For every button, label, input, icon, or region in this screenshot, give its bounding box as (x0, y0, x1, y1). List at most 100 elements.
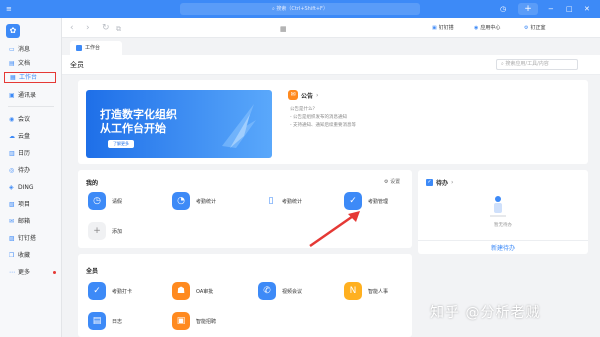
app-tile[interactable]: N 智能人事 (344, 282, 388, 300)
add-button[interactable]: + (518, 3, 538, 15)
sidebar-item-label: DING (18, 184, 34, 191)
app-tile[interactable]: ▤ 日志 (88, 312, 122, 330)
minimize-icon[interactable]: − (548, 4, 554, 14)
sidebar-item-calendar[interactable]: ▥ 日历 (4, 148, 56, 159)
sidebar-item-more[interactable]: ⋯ 更多 (4, 267, 56, 278)
maximize-icon[interactable]: □ (566, 4, 573, 14)
main-content: 打造数字化组织 从工作台开始 了解更多 ✉ 公告 › 公告是什么？ - 公告是组… (70, 80, 592, 337)
global-search-placeholder: 搜索（Ctrl+Shift+F） (276, 6, 328, 12)
annotation-arrow (309, 211, 360, 248)
calendar-small-icon[interactable]: ▦ (280, 23, 287, 35)
sidebar-item-meeting[interactable]: ◉ 会议 (4, 114, 56, 125)
app-tile[interactable]: ▯ 考勤统计 (266, 192, 302, 210)
app-label: 考勤管理 (368, 198, 389, 205)
workbench-search-placeholder: 搜索应用/工具/内容 (505, 61, 549, 67)
global-search-input[interactable]: ⌕ 搜索（Ctrl+Shift+F） (180, 3, 420, 15)
todo-check-icon: ✓ (426, 179, 433, 186)
add-app-tile[interactable]: + 添加 (88, 222, 122, 240)
app-label: 考勤统计 (282, 198, 303, 205)
todo-card: ✓ 待办 › 暂无待办 新建待办 (418, 170, 588, 254)
todo-title: 待办 (436, 180, 449, 187)
todo-divider (418, 240, 588, 241)
mail-icon: ✉ (9, 217, 15, 225)
sidebar-item-docs[interactable]: ▤ 文档 (4, 58, 56, 69)
all-card: 全员 ✓ 考勤打卡 ☗ OA审批 ✆ 视频会议 N 智能人事 ▤ 日志 ▣ 智能招聘 (78, 254, 412, 337)
sidebar-item-cloud[interactable]: ☁ 云盘 (4, 131, 56, 142)
settings-link[interactable]: ⚙ 设置 (384, 178, 400, 185)
sidebar-item-workbench[interactable]: ▦ 工作台 (4, 72, 56, 83)
phone-icon: ✆ (258, 282, 276, 300)
new-todo-link[interactable]: 新建待办 (418, 243, 588, 252)
sidebar-item-mail[interactable]: ✉ 邮箱 (4, 216, 56, 227)
all-title: 全员 (86, 268, 99, 275)
dingda-link[interactable]: ▣ 钉钉搭 (432, 24, 454, 32)
sidebar-item-label: 项目 (18, 201, 31, 208)
sidebar-item-label: 通讯录 (18, 92, 37, 99)
todo-icon: ◎ (9, 166, 15, 174)
app-tile[interactable]: ☗ OA审批 (172, 282, 213, 300)
todo-header[interactable]: ✓ 待办 › (426, 178, 454, 187)
wing-illustration (222, 104, 256, 148)
recruit-icon: ▣ (172, 312, 190, 330)
notice-header[interactable]: ✉ 公告 › (288, 90, 319, 100)
notification-dot (53, 271, 56, 274)
message-icon: ▭ (9, 45, 15, 53)
app-label: 智能招聘 (196, 318, 217, 325)
empty-todo-illustration (490, 196, 506, 217)
app-label: 请假 (112, 198, 123, 205)
notice-icon: ✉ (288, 90, 298, 100)
favorite-icon: ❒ (9, 251, 15, 259)
app-tile[interactable]: ▣ 智能招聘 (172, 312, 216, 330)
chevron-right-icon: › (316, 91, 319, 99)
dingzheng-icon: ⚙ (524, 24, 529, 31)
plus-icon: + (88, 222, 106, 240)
notice-line: - 公告是组织发布的消息通知 (290, 115, 348, 120)
banner-line-2: 从工作台开始 (100, 122, 166, 135)
approval-icon: ☗ (172, 282, 190, 300)
workbench-header: 全员 ⌕ 搜索应用/工具/内容 (62, 55, 600, 75)
checkin-icon: ✓ (88, 282, 106, 300)
sidebar-item-label: 工作台 (19, 74, 38, 81)
top-bar: ≡ ⌕ 搜索（Ctrl+Shift+F） ◷ + − □ ✕ (0, 0, 600, 18)
app-tile[interactable]: ✓ 考勤打卡 (88, 282, 132, 300)
sidebar-item-project[interactable]: ▧ 项目 (4, 199, 56, 210)
learn-more-button[interactable]: 了解更多 (108, 140, 134, 148)
app-label: 智能人事 (368, 288, 389, 295)
app-center-link[interactable]: ◉ 应用中心 (474, 24, 500, 32)
app-label: 考勤打卡 (112, 288, 133, 295)
close-icon[interactable]: ✕ (584, 4, 590, 14)
back-icon[interactable]: ‹ (70, 22, 74, 34)
tab-workbench[interactable]: 工作台 (70, 41, 122, 55)
sidebar-item-todo[interactable]: ◎ 待办 (4, 165, 56, 176)
app-tile[interactable]: ◷ 请假 (88, 192, 122, 210)
project-icon: ▧ (9, 200, 15, 208)
dingzheng-link[interactable]: ⚙ 钉正室 (524, 24, 546, 32)
app-menu-icon[interactable]: ≡ (6, 4, 12, 14)
sidebar-divider (8, 106, 54, 107)
app-tile[interactable]: ◔ 考勤统计 (172, 192, 216, 210)
page-title[interactable]: 全员 (70, 60, 84, 70)
forward-icon[interactable]: › (86, 22, 90, 34)
more-icon: ⋯ (9, 268, 15, 276)
sidebar-item-dingda[interactable]: ▨ 钉钉搭 (4, 233, 56, 244)
history-icon[interactable]: ◷ (500, 4, 506, 14)
avatar[interactable]: ✿ (6, 24, 20, 38)
workbench-search-input[interactable]: ⌕ 搜索应用/工具/内容 (496, 59, 578, 70)
sidebar-item-favorites[interactable]: ❒ 收藏 (4, 250, 56, 261)
sidebar-item-label: 会议 (18, 116, 31, 123)
log-icon: ▤ (88, 312, 106, 330)
open-external-icon[interactable]: ⧉ (116, 23, 121, 35)
app-center-icon: ◉ (474, 24, 479, 31)
sidebar-item-ding[interactable]: ◈ DING (4, 182, 56, 193)
promo-banner[interactable]: 打造数字化组织 从工作台开始 了解更多 (86, 90, 272, 158)
app-label: 视频会议 (282, 288, 303, 295)
sidebar-item-contacts[interactable]: ▣ 通讯录 (4, 90, 56, 101)
pie-chart-icon: ◔ (172, 192, 190, 210)
calendar-icon: ▥ (9, 149, 15, 157)
refresh-icon[interactable]: ↻ (102, 22, 110, 34)
toolbar: ‹ › ↻ ⧉ ▦ ▣ 钉钉搭 ◉ 应用中心 ⚙ 钉正室 (62, 18, 600, 38)
settings-label: 设置 (390, 179, 401, 185)
bar-chart-icon: ▯ (266, 192, 276, 210)
sidebar-item-messages[interactable]: ▭ 消息 (4, 44, 56, 55)
app-tile[interactable]: ✆ 视频会议 (258, 282, 302, 300)
